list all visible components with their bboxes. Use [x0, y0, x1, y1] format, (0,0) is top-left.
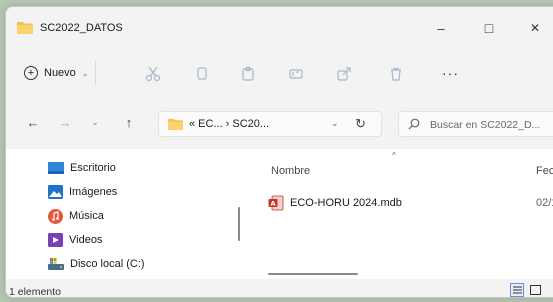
tiles-view-button[interactable] — [528, 283, 542, 297]
close-button[interactable]: ✕ — [520, 15, 550, 41]
music-icon — [48, 208, 63, 224]
navigation-pane: Escritorio Imágenes Música Videos Disco … — [6, 149, 244, 279]
sidebar-item-musica[interactable]: Música — [48, 207, 104, 225]
new-button[interactable]: + Nuevo ⌄ — [18, 61, 96, 85]
rename-icon[interactable] — [286, 64, 306, 84]
sidebar-item-label: Imágenes — [69, 186, 118, 198]
paste-icon[interactable] — [238, 64, 258, 84]
explorer-window: SC2022_DATOS – □ ✕ + Nuevo ⌄ ··· ← → ⌄ ↑… — [5, 6, 553, 298]
breadcrumb[interactable]: « EC... › SC20... — [189, 118, 269, 130]
chevron-down-icon: ⌄ — [81, 68, 89, 78]
item-count: 1 elemento — [9, 286, 61, 298]
search-placeholder: Buscar en SC2022_D... — [430, 119, 541, 131]
content-area: Escritorio Imágenes Música Videos Disco … — [6, 149, 553, 279]
sidebar-item-videos[interactable]: Videos — [48, 231, 102, 249]
maximize-icon: □ — [484, 20, 494, 36]
search-icon — [408, 118, 420, 133]
pictures-icon — [48, 185, 63, 199]
sidebar-item-disco-local[interactable]: Disco local (C:) — [48, 255, 145, 273]
search-input[interactable]: Buscar en SC2022_D... — [398, 111, 553, 137]
sidebar-item-label: Videos — [69, 234, 103, 246]
access-database-icon: A — [268, 195, 284, 211]
sidebar-item-label: Disco local (C:) — [70, 258, 145, 270]
column-header-name[interactable]: Nombre — [271, 165, 310, 177]
forward-arrow-icon[interactable]: → — [56, 113, 74, 131]
details-view-icon — [512, 286, 522, 294]
cut-icon[interactable] — [143, 64, 163, 84]
videos-icon — [48, 233, 63, 247]
delete-icon[interactable] — [386, 64, 406, 84]
file-name: ECO-HORU 2024.mdb — [290, 197, 402, 209]
up-arrow-icon[interactable]: ↑ — [120, 113, 138, 131]
svg-text:A: A — [270, 200, 275, 208]
folder-icon — [168, 118, 183, 133]
sidebar-item-label: Escritorio — [70, 162, 116, 174]
refresh-icon[interactable]: ↻ — [355, 116, 366, 132]
maximize-button[interactable]: □ — [474, 15, 504, 41]
title-bar[interactable]: SC2022_DATOS – □ ✕ — [6, 7, 553, 49]
drive-icon — [48, 258, 64, 270]
close-icon: ✕ — [529, 21, 541, 35]
back-arrow-icon[interactable]: ← — [24, 113, 42, 131]
folder-icon — [17, 21, 33, 37]
file-date: 02/1 — [536, 197, 553, 209]
address-bar[interactable]: « EC... › SC20... ⌄ ↻ — [158, 111, 382, 137]
recent-locations-chevron-icon[interactable]: ⌄ — [86, 113, 104, 131]
address-history-chevron-icon[interactable]: ⌄ — [331, 118, 339, 129]
minimize-icon: – — [437, 20, 445, 36]
new-button-label: Nuevo — [44, 67, 76, 79]
minimize-button[interactable]: – — [426, 15, 456, 41]
column-header-date[interactable]: Fech — [536, 165, 553, 177]
sidebar-item-label: Música — [69, 210, 104, 222]
sidebar-item-escritorio[interactable]: Escritorio — [48, 159, 116, 177]
command-bar: + Nuevo ⌄ ··· — [6, 53, 553, 93]
horizontal-scrollbar[interactable] — [268, 273, 358, 275]
window-title: SC2022_DATOS — [40, 22, 123, 34]
details-view-button[interactable] — [510, 283, 524, 297]
file-list: ^ Nombre Fech A ECO-HORU 2024.mdb 02/1 — [254, 149, 553, 279]
navigation-row: ← → ⌄ ↑ « EC... › SC20... ⌄ ↻ Buscar en … — [6, 107, 553, 139]
sidebar-item-imagenes[interactable]: Imágenes — [48, 183, 117, 201]
status-bar: 1 elemento — [6, 283, 553, 298]
desktop-icon — [48, 162, 64, 174]
sidebar-scrollbar[interactable] — [238, 207, 240, 241]
more-options-button[interactable]: ··· — [442, 65, 459, 81]
copy-icon[interactable] — [192, 64, 212, 84]
plus-icon: + — [24, 66, 38, 80]
share-icon[interactable] — [334, 64, 354, 84]
sort-indicator-icon: ^ — [392, 151, 396, 160]
file-row[interactable]: A ECO-HORU 2024.mdb — [268, 194, 402, 212]
tiles-view-icon — [529, 285, 541, 295]
